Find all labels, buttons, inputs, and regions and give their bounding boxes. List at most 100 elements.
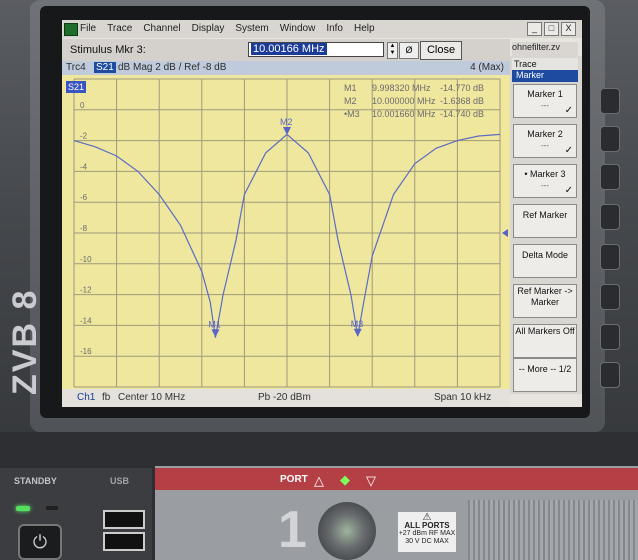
- marker-triangle-icon: [283, 127, 291, 136]
- softkey-delta-mode[interactable]: Delta Mode: [513, 244, 577, 278]
- softkey-ref-marker[interactable]: Ref Marker: [513, 204, 577, 238]
- usb-port-1[interactable]: [103, 510, 145, 529]
- softkey-label: Marker 2: [527, 129, 563, 139]
- marker-readout-freq: 10.001660 MHz: [372, 109, 436, 119]
- y-tick-label: -8: [80, 224, 88, 233]
- stimulus-input[interactable]: 10.00166 MHz: [248, 42, 384, 57]
- window-controls: _ □ X: [527, 22, 576, 36]
- softkey-label: -- More -- 1/2: [518, 364, 572, 374]
- y-tick-label: -14: [80, 316, 92, 325]
- status-center[interactable]: Center 10 MHz: [118, 392, 185, 403]
- y-tick-label: 0: [80, 101, 85, 110]
- status-span[interactable]: Span 10 kHz: [434, 392, 491, 403]
- menu-channel[interactable]: Channel: [143, 23, 180, 34]
- usb-label: USB: [110, 476, 130, 486]
- softkey-ref-to-marker[interactable]: Ref Marker -> Marker: [513, 284, 577, 318]
- unit-button[interactable]: Ø: [399, 42, 419, 59]
- plot-svg: 0 -2 -4 -6 -8 -10 -12 -14 -16 S21 M1 9.998320 MHz -1…: [66, 78, 508, 388]
- menu-items: File Trace Channel Display System Window…: [80, 23, 375, 34]
- softkey-label: All Markers Off: [515, 326, 575, 336]
- check-icon: ✓: [564, 185, 573, 196]
- setup-filename: ohnefilter.zv: [512, 42, 578, 56]
- menu-trace[interactable]: Trace: [107, 23, 132, 34]
- marker-tag: M3: [351, 319, 364, 329]
- close-button[interactable]: Close: [420, 41, 462, 60]
- triangle-down-icon: ▽: [366, 473, 376, 488]
- reference-level-marker-icon: [502, 229, 508, 237]
- stimulus-label: Stimulus Mkr 3:: [70, 44, 146, 56]
- close-window-button[interactable]: X: [561, 22, 576, 36]
- marker-triangle-icon: [353, 328, 362, 337]
- all-ports-warning: ⚠ ALL PORTS +27 dBm RF MAX 30 V DC MAX: [398, 512, 456, 552]
- marker-readout-name: M1: [344, 83, 357, 93]
- stimulus-row: Stimulus Mkr 3: 10.00166 MHz ▲ ▼ Ø Close: [62, 39, 510, 61]
- marker-readout-value: -14.770 dB: [440, 83, 484, 93]
- menu-file[interactable]: File: [80, 23, 96, 34]
- status-power[interactable]: Pb -20 dBm: [258, 392, 311, 403]
- plot-area[interactable]: 0 -2 -4 -6 -8 -10 -12 -14 -16 S21 M1 9.998320 MHz -1…: [62, 75, 510, 393]
- minimize-button[interactable]: _: [527, 22, 542, 36]
- softkey-label: Marker 1: [527, 89, 563, 99]
- standby-led: [16, 506, 30, 511]
- standby-label: STANDBY: [14, 476, 57, 486]
- active-port-diamond-icon: ◆: [340, 472, 350, 487]
- trace-param[interactable]: S21: [94, 62, 116, 73]
- trace-format[interactable]: dB Mag 2 dB / Ref -8 dB: [118, 62, 226, 73]
- hardkey-4[interactable]: [600, 204, 620, 230]
- y-tick-label: -2: [80, 132, 88, 141]
- marker-tag: M1: [208, 319, 221, 329]
- trace-label: S21: [68, 82, 84, 92]
- hardkey-6[interactable]: [600, 284, 620, 310]
- allports-title: ALL PORTS: [404, 521, 450, 530]
- softkey-label: Ref Marker -> Marker: [517, 286, 573, 307]
- marker-readout-value: -1.6368 dB: [440, 96, 484, 106]
- hardkey-5[interactable]: [600, 244, 620, 270]
- hardkey-3[interactable]: [600, 164, 620, 190]
- trace-info-row: Trc4 S21 dB Mag 2 dB / Ref -8 dB 4 (Max): [62, 61, 510, 75]
- softkey-submenu-name: Marker: [512, 70, 578, 82]
- spin-arrows-icon[interactable]: ▲ ▼: [387, 42, 398, 59]
- maximize-button[interactable]: □: [544, 22, 559, 36]
- softkey-all-markers-off[interactable]: All Markers Off: [513, 324, 577, 358]
- softkey-marker-3[interactable]: • Marker 3 --- ✓: [513, 164, 577, 198]
- vent-grille: [468, 500, 638, 560]
- menu-display[interactable]: Display: [192, 23, 225, 34]
- status-channel[interactable]: Ch1: [77, 392, 95, 403]
- status-led: [46, 506, 58, 510]
- softkey-label: • Marker 3: [524, 169, 566, 179]
- menu-help[interactable]: Help: [354, 23, 375, 34]
- check-icon: ✓: [564, 145, 573, 156]
- power-icon[interactable]: ⏻: [18, 524, 62, 560]
- softkey-marker-1[interactable]: Marker 1 --- ✓: [513, 84, 577, 118]
- port-number: 1: [278, 501, 307, 559]
- softkey-menu-title: Trace Marker: [512, 58, 578, 82]
- status-sweep: fb: [102, 392, 111, 403]
- menu-system[interactable]: System: [235, 23, 268, 34]
- port-label: PORT: [280, 474, 308, 485]
- softkey-label: Ref Marker: [522, 210, 568, 220]
- hardkey-2[interactable]: [600, 126, 620, 152]
- trace-max-label: 4 (Max): [470, 62, 504, 73]
- allports-line1: +27 dBm RF MAX: [398, 530, 456, 537]
- softkey-more[interactable]: -- More -- 1/2: [513, 358, 577, 392]
- menu-info[interactable]: Info: [326, 23, 343, 34]
- hardkey-1[interactable]: [600, 88, 620, 114]
- softkey-label: Delta Mode: [521, 250, 569, 260]
- y-tick-label: -4: [80, 162, 88, 171]
- hardkey-8[interactable]: [600, 362, 620, 388]
- instrument-screen: File Trace Channel Display System Window…: [62, 20, 582, 407]
- triangle-up-icon: △: [314, 473, 324, 488]
- softkey-menu-name: Trace: [514, 59, 537, 69]
- menu-window[interactable]: Window: [280, 23, 316, 34]
- app-icon: [64, 23, 78, 36]
- hardkey-7[interactable]: [600, 324, 620, 350]
- y-tick-label: -16: [80, 347, 92, 356]
- trace-name[interactable]: Trc4: [66, 62, 86, 73]
- status-row: Ch1 fb Center 10 MHz Pb -20 dBm Span 10 …: [62, 389, 510, 407]
- usb-port-2[interactable]: [103, 532, 145, 551]
- port-connector[interactable]: [318, 502, 376, 560]
- y-tick-label: -10: [80, 255, 92, 264]
- marker-triangle-icon: [211, 329, 220, 338]
- marker-readout-freq: 9.998320 MHz: [372, 83, 431, 93]
- softkey-marker-2[interactable]: Marker 2 --- ✓: [513, 124, 577, 158]
